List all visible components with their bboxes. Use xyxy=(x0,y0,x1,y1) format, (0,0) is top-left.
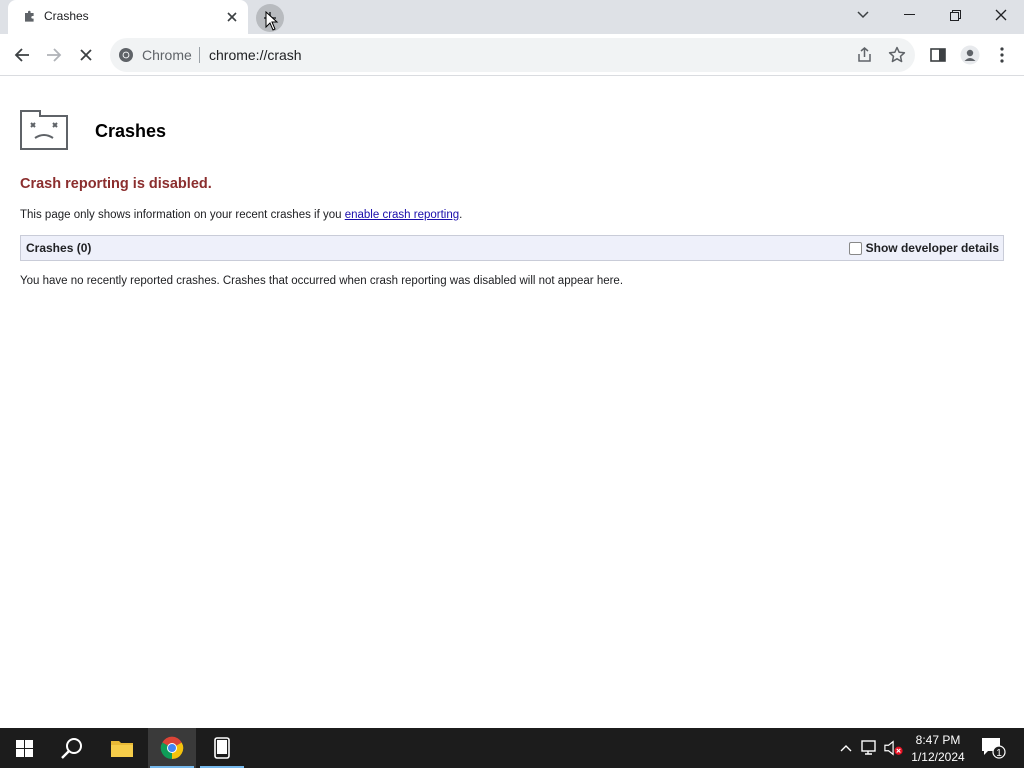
notification-count: 1 xyxy=(996,748,1002,759)
crashes-header-bar: Crashes (0) Show developer details xyxy=(20,235,1004,261)
system-clock[interactable]: 8:47 PM 1/12/2024 xyxy=(904,732,972,766)
no-crashes-message: You have no recently reported crashes. C… xyxy=(20,275,624,287)
site-chip-label: Chrome xyxy=(142,47,192,63)
info-suffix: . xyxy=(459,209,463,221)
phone-app-taskbar-button[interactable] xyxy=(198,728,246,768)
forward-button[interactable] xyxy=(41,42,67,68)
bookmark-star-icon[interactable] xyxy=(888,46,906,64)
page-content: Crashes Crash reporting is disabled. Thi… xyxy=(0,77,1024,728)
search-button[interactable] xyxy=(48,728,96,768)
network-button[interactable] xyxy=(860,738,880,758)
chevron-down-icon xyxy=(857,11,869,19)
windows-logo-icon xyxy=(15,739,33,757)
developer-details-label[interactable]: Show developer details xyxy=(866,241,999,255)
chip-divider xyxy=(199,47,200,63)
mouse-cursor-icon xyxy=(265,11,279,31)
clock-time: 8:47 PM xyxy=(915,733,961,747)
show-developer-details-toggle[interactable]: Show developer details xyxy=(848,241,999,255)
show-hidden-icons-button[interactable] xyxy=(836,738,856,758)
notification-icon: 1 xyxy=(982,738,1006,759)
browser-toolbar: Chrome chrome://crash xyxy=(0,34,1024,76)
phone-device-icon xyxy=(214,737,230,759)
address-bar[interactable]: Chrome chrome://crash xyxy=(110,38,915,72)
volume-button[interactable] xyxy=(884,738,904,758)
menu-button[interactable] xyxy=(989,42,1015,68)
page-title: Crashes xyxy=(95,121,167,141)
crash-reporting-status: Crash reporting is disabled. xyxy=(20,176,212,192)
arrow-right-icon xyxy=(47,48,62,62)
stop-loading-button[interactable] xyxy=(73,42,99,68)
restore-button[interactable] xyxy=(932,0,978,30)
sad-tab-icon xyxy=(20,110,68,150)
start-button[interactable] xyxy=(0,728,48,768)
restore-icon xyxy=(949,9,961,21)
action-center-button[interactable]: 1 xyxy=(980,736,1006,765)
crash-count-label: Crashes (0) xyxy=(26,241,92,255)
close-window-button[interactable] xyxy=(978,0,1024,30)
enable-crash-reporting-link[interactable]: enable crash reporting xyxy=(345,209,459,221)
profile-avatar-icon xyxy=(960,45,980,65)
tab-crashes[interactable]: Crashes xyxy=(8,0,248,34)
back-button[interactable] xyxy=(9,42,35,68)
side-panel-icon xyxy=(930,48,946,62)
info-text: This page only shows information on your… xyxy=(20,209,462,221)
chevron-up-icon xyxy=(840,745,852,752)
clock-date: 1/12/2024 xyxy=(911,750,965,764)
url-text[interactable]: chrome://crash xyxy=(209,47,302,63)
volume-muted-icon xyxy=(884,740,903,756)
tab-search-button[interactable] xyxy=(840,0,886,30)
file-explorer-button[interactable] xyxy=(98,728,146,768)
profile-button[interactable] xyxy=(957,42,983,68)
chrome-taskbar-button[interactable] xyxy=(148,728,196,768)
stop-x-icon xyxy=(80,49,92,61)
tab-strip: Crashes xyxy=(0,0,1024,34)
developer-details-checkbox[interactable] xyxy=(848,241,862,255)
folder-icon xyxy=(111,741,133,757)
side-panel-button[interactable] xyxy=(925,42,951,68)
search-icon xyxy=(61,738,82,759)
windows-taskbar: 8:47 PM 1/12/2024 1 xyxy=(0,728,1024,768)
minimize-icon xyxy=(903,14,915,15)
kebab-menu-icon xyxy=(1000,47,1004,63)
chrome-logo-icon xyxy=(119,48,133,62)
close-icon xyxy=(995,9,1007,21)
share-icon[interactable] xyxy=(856,46,874,64)
info-prefix: This page only shows information on your… xyxy=(20,209,345,221)
minimize-button[interactable] xyxy=(886,0,932,30)
chrome-app-icon xyxy=(160,736,184,760)
tab-close-icon[interactable] xyxy=(224,9,240,25)
network-icon xyxy=(861,740,876,755)
tab-title: Crashes xyxy=(44,9,89,23)
puzzle-favicon-icon xyxy=(25,10,34,22)
arrow-left-icon xyxy=(14,48,29,62)
